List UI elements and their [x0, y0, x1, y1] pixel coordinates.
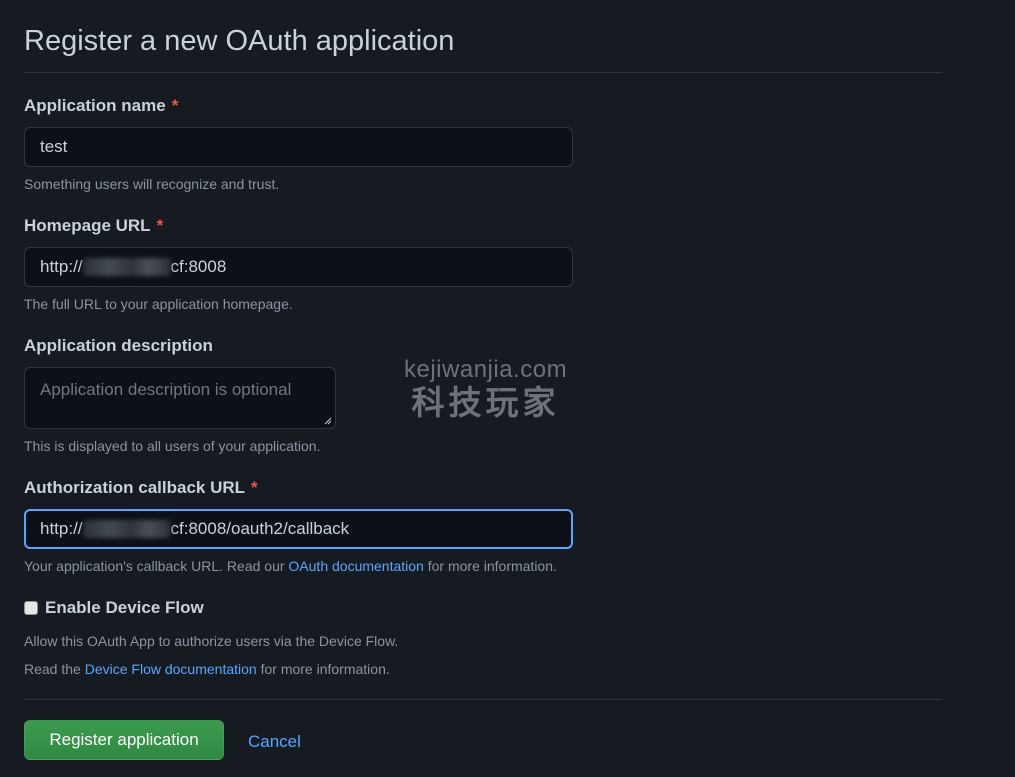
app-name-hint: Something users will recognize and trust…: [24, 176, 280, 192]
watermark-text: 科技玩家: [411, 384, 560, 421]
callback-url-input-wrap: http://cf:8008/oauth2/callback: [24, 509, 573, 549]
site-watermark: kejiwanjia.com 科技玩家: [404, 356, 567, 422]
oauth-documentation-link[interactable]: OAuth documentation: [288, 558, 423, 574]
cancel-button[interactable]: Cancel: [248, 732, 301, 752]
actions-divider: [24, 699, 942, 700]
required-mark: *: [171, 96, 179, 115]
homepage-url-field: Homepage URL *: [24, 216, 163, 236]
title-divider: [24, 72, 942, 73]
device-flow-checkbox[interactable]: [24, 601, 38, 615]
callback-url-input[interactable]: http://cf:8008/oauth2/callback: [24, 509, 573, 549]
device-flow-doc-hint: Read the Device Flow documentation for m…: [24, 661, 390, 677]
device-flow-label[interactable]: Enable Device Flow: [45, 598, 204, 618]
homepage-url-label: Homepage URL *: [24, 216, 164, 235]
device-flow-hint: Allow this OAuth App to authorize users …: [24, 633, 399, 649]
homepage-url-input-wrap: http://cf:8008: [24, 247, 573, 287]
form-container: Register a new OAuth application Applica…: [24, 0, 942, 760]
callback-url-hint: Your application's callback URL. Read ou…: [24, 558, 557, 574]
description-label: Application description: [24, 336, 213, 355]
description-hint: This is displayed to all users of your a…: [24, 438, 321, 454]
required-mark: *: [156, 216, 164, 235]
redacted-blur: [82, 520, 171, 538]
callback-url-label: Authorization callback URL *: [24, 478, 258, 497]
homepage-url-hint: The full URL to your application homepag…: [24, 296, 293, 312]
description-textarea[interactable]: Application description is optional: [24, 367, 336, 429]
device-flow-documentation-link[interactable]: Device Flow documentation: [85, 661, 257, 677]
app-name-input-wrap: test: [24, 127, 573, 167]
redacted-blur: [82, 258, 171, 276]
device-flow-row[interactable]: Enable Device Flow: [24, 598, 204, 618]
description-placeholder: Application description is optional: [40, 380, 292, 399]
app-name-field: Application name *: [24, 96, 178, 116]
page-title: Register a new OAuth application: [24, 25, 455, 57]
oauth-register-page: Register a new OAuth application Applica…: [0, 0, 1015, 777]
textarea-resize-icon[interactable]: [324, 417, 332, 425]
required-mark: *: [251, 478, 258, 497]
app-name-label: Application name *: [24, 96, 179, 115]
callback-url-field: Authorization callback URL *: [24, 478, 258, 498]
app-name-input[interactable]: test: [24, 127, 573, 167]
homepage-url-input[interactable]: http://cf:8008: [24, 247, 573, 287]
description-textarea-wrap: Application description is optional: [24, 367, 336, 429]
device-flow-field: Enable Device Flow: [24, 598, 204, 618]
watermark-url: kejiwanjia.com: [404, 356, 568, 383]
description-field: Application description: [24, 336, 213, 356]
register-application-button[interactable]: Register application: [24, 720, 224, 760]
